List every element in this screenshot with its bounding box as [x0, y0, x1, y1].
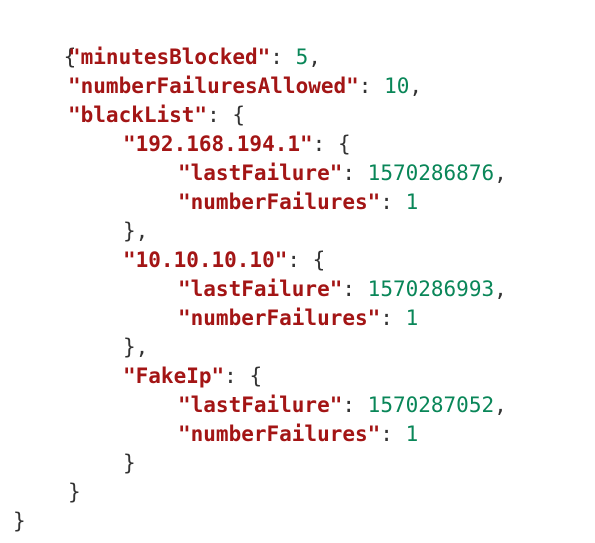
colon: :: [342, 393, 368, 417]
blacklist-entry-key: "192.168.194.1": [123, 132, 313, 156]
last-failure-key: "lastFailure": [178, 277, 343, 301]
comma: ,: [494, 161, 507, 185]
colon: :: [380, 306, 406, 330]
open-brace-after-colon: : {: [287, 248, 326, 272]
root-open-brace-line: {: [0, 14, 77, 69]
comma: ,: [308, 45, 321, 69]
colon: :: [270, 45, 296, 69]
minutes-blocked-line: "minutesBlocked": 5,: [0, 43, 321, 72]
last-failure-line: "lastFailure": 1570286876,: [0, 159, 507, 188]
minutes-blocked-value: 5: [295, 45, 309, 69]
last-failure-line: "lastFailure": 1570287052,: [0, 391, 507, 420]
number-failures-key: "numberFailures": [178, 422, 381, 446]
number-failures-line: "numberFailures": 1: [0, 420, 418, 449]
number-failures-value: 1: [405, 190, 419, 214]
last-failure-value: 1570287052: [367, 393, 495, 417]
close-brace-comma: },: [123, 335, 149, 359]
blacklist-entry-key: "FakeIp": [123, 364, 225, 388]
close-brace-comma: },: [123, 219, 149, 243]
blacklist-key: "blackList": [68, 103, 208, 127]
comma: ,: [494, 277, 507, 301]
last-failure-key: "lastFailure": [178, 393, 343, 417]
colon: :: [380, 190, 406, 214]
close-brace: }: [123, 451, 136, 475]
last-failure-line: "lastFailure": 1570286993,: [0, 275, 507, 304]
open-brace-after-colon: : {: [224, 364, 263, 388]
number-failures-line: "numberFailures": 1: [0, 188, 418, 217]
json-code-block: { "minutesBlocked": 5, "numberFailuresAl…: [0, 0, 595, 543]
number-failures-line: "numberFailures": 1: [0, 304, 418, 333]
blacklist-entry-close-line: },: [0, 333, 148, 362]
number-failures-key: "numberFailures": [178, 306, 381, 330]
number-failures-allowed-line: "numberFailuresAllowed": 10,: [0, 72, 422, 101]
number-failures-allowed-key: "numberFailuresAllowed": [68, 74, 359, 98]
root-close-brace: }: [13, 509, 26, 533]
blacklist-entry-key-line: "FakeIp": {: [0, 362, 262, 391]
blacklist-line: "blackList": {: [0, 101, 245, 130]
number-failures-value: 1: [405, 422, 419, 446]
colon: :: [380, 422, 406, 446]
blacklist-entry-close-line: },: [0, 217, 148, 246]
number-failures-allowed-value: 10: [384, 74, 410, 98]
colon: :: [342, 277, 368, 301]
open-brace-after-colon: : {: [312, 132, 351, 156]
open-brace-after-colon: : {: [207, 103, 246, 127]
last-failure-value: 1570286993: [367, 277, 495, 301]
blacklist-entry-key: "10.10.10.10": [123, 248, 288, 272]
colon: :: [358, 74, 385, 98]
last-failure-value: 1570286876: [367, 161, 495, 185]
root-close-brace-line: }: [0, 507, 26, 536]
comma: ,: [494, 393, 507, 417]
close-brace: }: [68, 480, 81, 504]
colon: :: [342, 161, 368, 185]
comma: ,: [409, 74, 423, 98]
blacklist-entry-key-line: "192.168.194.1": {: [0, 130, 351, 159]
number-failures-key: "numberFailures": [178, 190, 381, 214]
last-failure-key: "lastFailure": [178, 161, 343, 185]
blacklist-entry-key-line: "10.10.10.10": {: [0, 246, 325, 275]
number-failures-value: 1: [405, 306, 419, 330]
blacklist-entry-close-line: }: [0, 449, 136, 478]
minutes-blocked-key: "minutesBlocked": [68, 45, 271, 69]
blacklist-close-line: }: [0, 478, 81, 507]
